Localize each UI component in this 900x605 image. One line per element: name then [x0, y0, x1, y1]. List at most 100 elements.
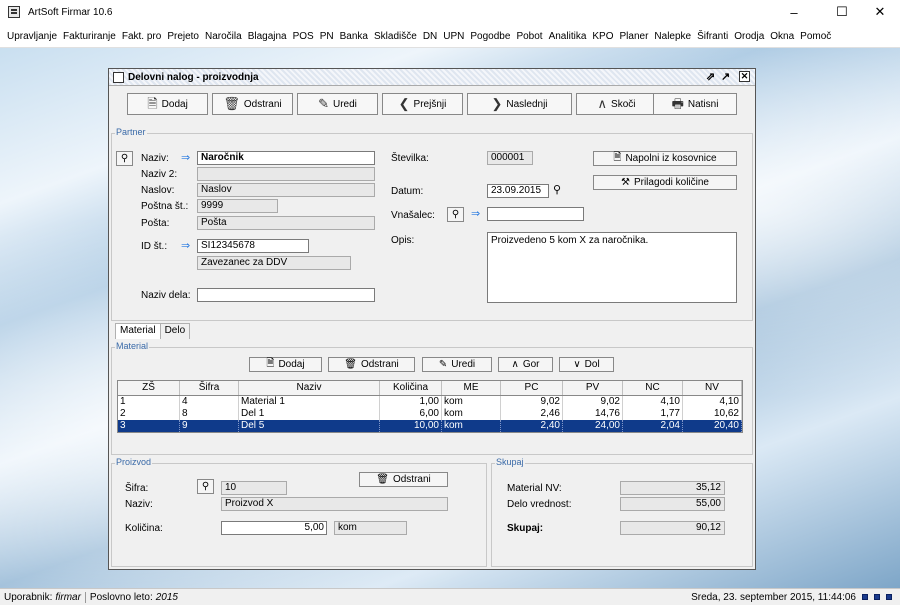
menu-upn[interactable]: UPN — [440, 31, 467, 42]
delete-label: Odstrani — [243, 98, 282, 110]
post-field[interactable]: Pošta — [197, 216, 375, 230]
material-delete-button[interactable]: 🗑 Odstrani — [328, 357, 415, 372]
menu-dn[interactable]: DN — [420, 31, 440, 42]
window-close-icon[interactable]: ✕ — [739, 71, 750, 82]
col-nv[interactable]: NV — [683, 381, 742, 395]
prev-button[interactable]: ❮ Prejšnji — [382, 93, 463, 115]
restore-icon[interactable]: ⇗ — [706, 70, 715, 83]
new-document-icon: 🗎 — [266, 358, 275, 369]
pencil-icon: ✎ — [438, 359, 448, 370]
menu-analitika[interactable]: Analitika — [546, 31, 590, 42]
delete-button[interactable]: 🗑 Odstrani — [212, 93, 293, 115]
menu-blagajna[interactable]: Blagajna — [245, 31, 290, 42]
work-name-field[interactable] — [197, 288, 375, 302]
address-field[interactable]: Naslov — [197, 183, 375, 197]
menu-pos[interactable]: POS — [290, 31, 317, 42]
menu-skladisce[interactable]: Skladišče — [371, 31, 420, 42]
tab-delo[interactable]: Delo — [159, 323, 191, 339]
indicator-icon — [886, 594, 892, 600]
menu-pomoc[interactable]: Pomoč — [797, 31, 834, 42]
search-product-button[interactable]: ⚲ — [197, 479, 214, 494]
fill-from-bom-button[interactable]: 🗎 Napolni iz kosovnice — [593, 151, 737, 166]
entered-by-field[interactable] — [487, 207, 584, 221]
search-user-button[interactable]: ⚲ — [447, 207, 464, 222]
cell-nv: 10,62 — [683, 408, 742, 420]
menu-fakturiranje[interactable]: Fakturiranje — [60, 31, 119, 42]
menu-sifranti[interactable]: Šifranti — [694, 31, 731, 42]
vat-status-field: Zavezanec za DDV — [197, 256, 351, 270]
print-button[interactable]: 🖶 Natisni — [653, 93, 737, 115]
adjust-quantities-button[interactable]: ⚒ Prilagodi količine — [593, 175, 737, 190]
edit-button[interactable]: ✎ Uredi — [297, 93, 378, 115]
magnifier-icon: ⚲ — [201, 481, 210, 492]
menu-pogodbe[interactable]: Pogodbe — [467, 31, 513, 42]
cell-kolicina: 10,00 — [380, 420, 442, 432]
arrow-right-icon: ⇒ — [181, 240, 191, 252]
cell-sifra: 4 — [180, 396, 239, 408]
quantity-field[interactable]: 5,00 — [221, 521, 327, 535]
partner-name-field[interactable]: Naročnik — [197, 151, 375, 165]
table-row-selected[interactable]: 3 9 Del 5 10,00 kom 2,40 24,00 2,04 20,4… — [118, 420, 742, 432]
date-label: Datum: — [391, 186, 424, 197]
next-button[interactable]: ❯ Naslednji — [467, 93, 572, 115]
col-pv[interactable]: PV — [563, 381, 623, 395]
totals-group-label: Skupaj — [495, 457, 525, 467]
col-sifra[interactable]: Šifra — [180, 381, 239, 395]
minimize-icon[interactable]: – — [772, 0, 816, 24]
partner-name2-field[interactable] — [197, 167, 375, 181]
material-edit-button[interactable]: ✎ Uredi — [422, 357, 492, 372]
material-add-button[interactable]: 🗎 Dodaj — [249, 357, 322, 372]
search-partner-button[interactable]: ⚲ — [116, 151, 133, 166]
product-name-field: Proizvod X — [221, 497, 448, 511]
tax-id-field[interactable]: SI12345678 — [197, 239, 309, 253]
col-me[interactable]: ME — [442, 381, 501, 395]
material-edit-label: Uredi — [451, 359, 476, 370]
menu-narocila[interactable]: Naročila — [202, 31, 245, 42]
entered-by-label: Vnašalec: — [391, 210, 435, 221]
menu-okna[interactable]: Okna — [767, 31, 797, 42]
menu-kpo[interactable]: KPO — [589, 31, 616, 42]
add-button[interactable]: 🗎 Dodaj — [127, 93, 208, 115]
chevron-down-icon: ∨ — [573, 359, 581, 370]
description-field[interactable]: Proizvedeno 5 kom X za naročnika. — [487, 232, 737, 303]
menu-pn[interactable]: PN — [317, 31, 337, 42]
material-group-label: Material — [115, 341, 150, 351]
col-zs[interactable]: ZŠ — [118, 381, 180, 395]
adjust-quantities-label: Prilagodi količine — [633, 177, 709, 188]
menu-nalepke[interactable]: Nalepke — [651, 31, 694, 42]
col-nc[interactable]: NC — [623, 381, 683, 395]
datetime: Sreda, 23. september 2015, 11:44:06 — [691, 591, 856, 603]
col-kolicina[interactable]: Količina — [380, 381, 442, 395]
postal-code-field[interactable]: 9999 — [197, 199, 278, 213]
product-code-field[interactable]: 10 — [221, 481, 287, 495]
cell-pv: 24,00 — [563, 420, 623, 432]
menu-fakt-pro[interactable]: Fakt. pro — [119, 31, 164, 42]
col-pc[interactable]: PC — [501, 381, 563, 395]
menu-upravljanje[interactable]: Upravljanje — [4, 31, 60, 42]
work-value-label: Delo vrednost: — [507, 499, 572, 510]
move-up-button[interactable]: ∧ Gor — [498, 357, 553, 372]
menu-prejeto[interactable]: Prejeto — [164, 31, 202, 42]
number-label: Številka: — [391, 153, 429, 164]
tab-material[interactable]: Material — [115, 323, 161, 339]
table-row[interactable]: 1 4 Material 1 1,00 kom 9,02 9,02 4,10 4… — [118, 396, 742, 408]
date-field[interactable]: 23.09.2015 — [487, 184, 549, 198]
col-naziv[interactable]: Naziv — [239, 381, 380, 395]
menu-pobot[interactable]: Pobot — [513, 31, 545, 42]
move-down-button[interactable]: ∨ Dol — [559, 357, 614, 372]
calendar-search-icon[interactable]: ⚲ — [553, 183, 561, 196]
detach-icon[interactable]: ↗ — [721, 70, 730, 83]
close-icon[interactable]: ✕ — [858, 0, 900, 24]
product-delete-button[interactable]: 🗑 Odstrani — [359, 472, 448, 487]
work-name-label: Naziv dela: — [141, 290, 191, 301]
move-up-label: Gor — [522, 359, 540, 370]
menu-planer[interactable]: Planer — [617, 31, 652, 42]
grand-total-label: Skupaj: — [507, 523, 544, 534]
postal-code-label: Poštna št.: — [141, 201, 189, 212]
table-row[interactable]: 2 8 Del 1 6,00 kom 2,46 14,76 1,77 10,62 — [118, 408, 742, 420]
window-title: Delovni nalog - proizvodnja — [128, 71, 259, 83]
menu-orodja[interactable]: Orodja — [731, 31, 767, 42]
arrow-right-icon: ⇒ — [181, 152, 191, 164]
menu-banka[interactable]: Banka — [337, 31, 371, 42]
jump-button[interactable]: ∧ Skoči — [576, 93, 657, 115]
